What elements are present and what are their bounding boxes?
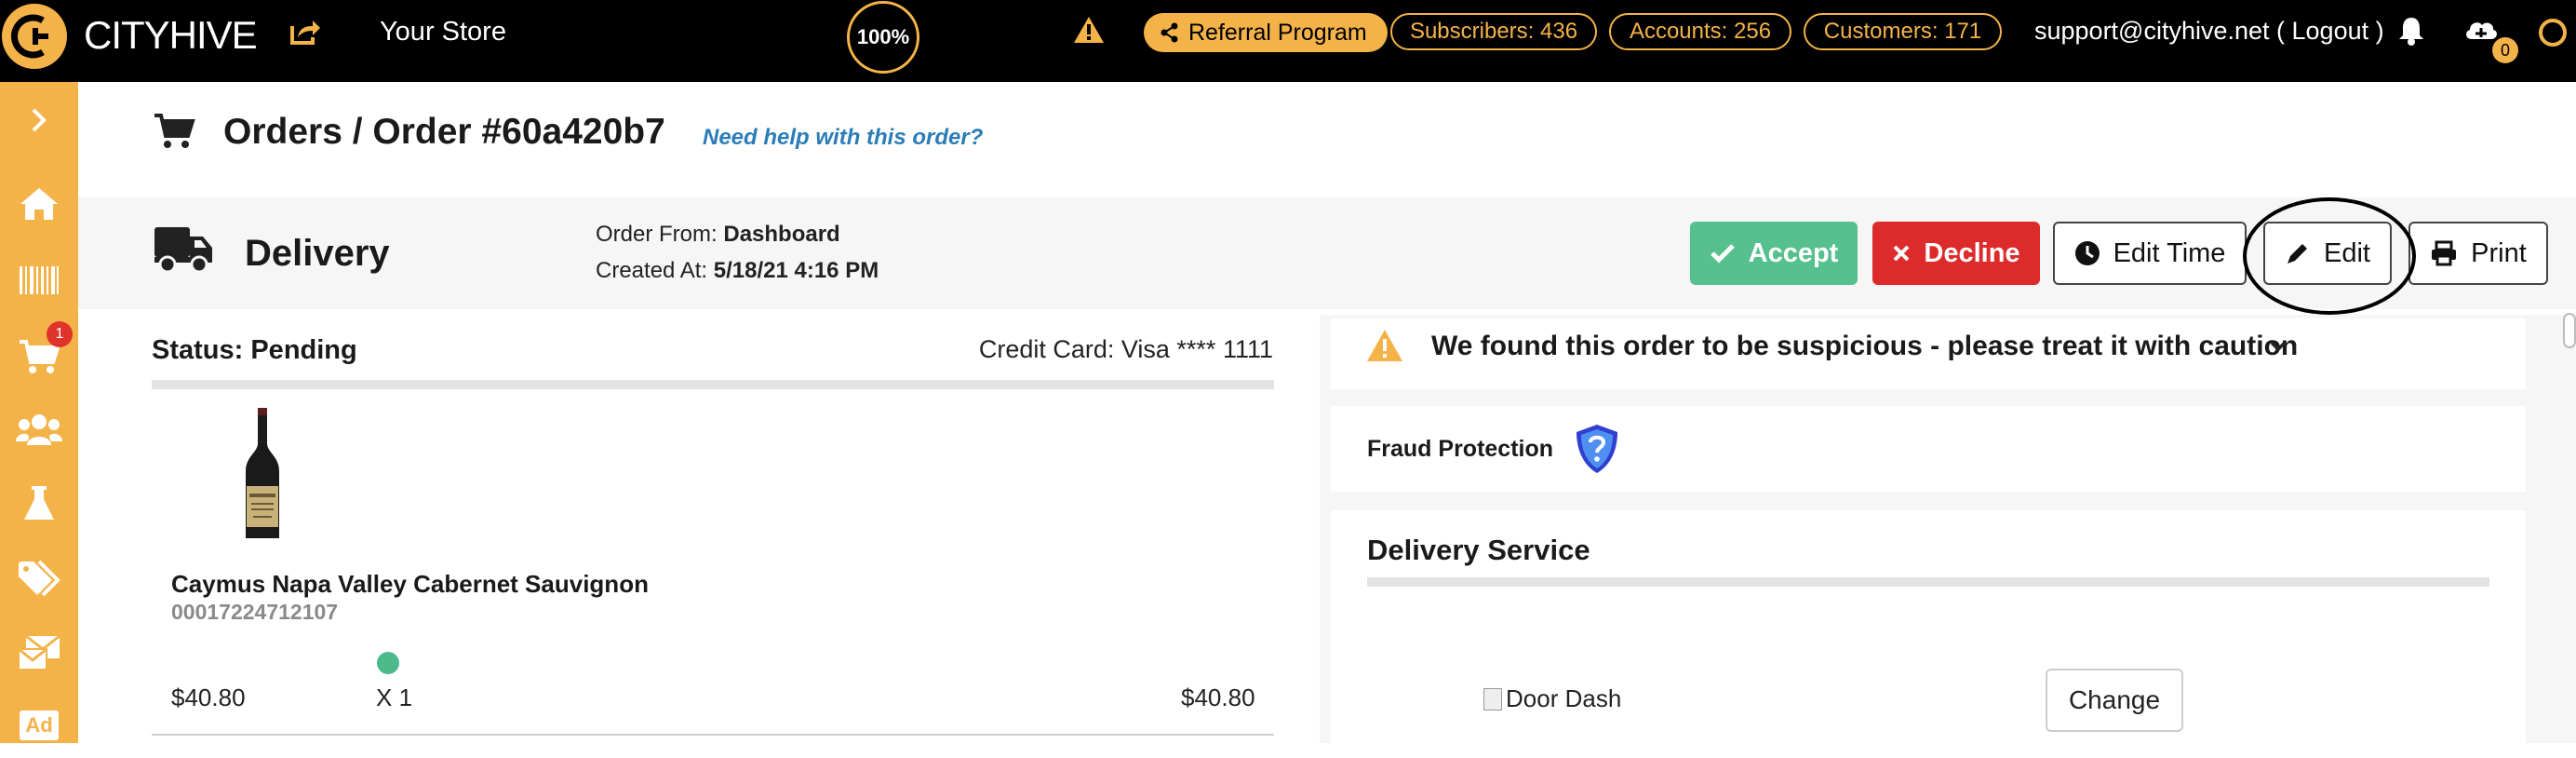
sidebar: 1 Ad xyxy=(0,82,78,743)
flask-icon xyxy=(24,486,54,520)
clock-icon xyxy=(2074,241,2100,265)
product-name[interactable]: Caymus Napa Valley Cabernet Sauvignon xyxy=(171,570,649,599)
created-at-label: Created At: xyxy=(596,258,708,283)
share-icon[interactable] xyxy=(288,17,322,51)
customers-pill[interactable]: Customers: 171 xyxy=(1804,13,2002,50)
chevron-right-icon xyxy=(32,108,47,132)
printer-icon xyxy=(2432,240,2457,266)
accept-label: Accept xyxy=(1748,237,1839,268)
change-delivery-button[interactable]: Change xyxy=(2046,669,2183,732)
cart-icon xyxy=(153,112,197,156)
created-at: Created At: 5/18/21 4:16 PM xyxy=(596,258,879,284)
delivery-title: Delivery xyxy=(245,233,390,274)
shield-question-icon[interactable] xyxy=(1573,423,1621,480)
chevron-down-icon[interactable] xyxy=(2269,340,2288,358)
delivery-service-title: Delivery Service xyxy=(1367,534,1590,566)
edit-time-button[interactable]: Edit Time xyxy=(2053,222,2247,285)
barcode-icon xyxy=(20,266,59,294)
store-name[interactable]: Your Store xyxy=(380,17,506,47)
warning-icon xyxy=(1365,328,1404,368)
item-row-divider xyxy=(152,734,1274,736)
broken-image-icon xyxy=(1483,687,1502,711)
sidebar-item-ads[interactable]: Ad xyxy=(0,693,78,758)
accept-button[interactable]: Accept xyxy=(1690,222,1858,285)
print-button[interactable]: Print xyxy=(2408,222,2548,285)
ad-icon: Ad xyxy=(20,711,59,740)
home-icon xyxy=(20,188,58,220)
decline-button[interactable]: Decline xyxy=(1872,222,2040,285)
order-from-label: Order From: xyxy=(596,222,718,247)
sidebar-item-labs[interactable] xyxy=(0,471,78,536)
cityhive-logo-icon[interactable] xyxy=(2,4,67,69)
truck-icon xyxy=(153,223,214,278)
users-icon xyxy=(16,414,62,445)
pencil-icon xyxy=(2288,244,2307,264)
cloud-badge: 0 xyxy=(2492,37,2518,63)
breadcrumb: Orders / Order #60a420b7 xyxy=(223,112,665,152)
quantity: X 1 xyxy=(376,684,413,711)
product-sku: 00017224712107 xyxy=(171,600,339,624)
referral-label: Referral Program xyxy=(1188,19,1367,46)
subscribers-pill[interactable]: Subscribers: 436 xyxy=(1390,13,1597,50)
completion-percent: 100% xyxy=(847,1,919,74)
credit-card-info: Credit Card: Visa **** 1111 xyxy=(978,335,1273,363)
warning-icon[interactable] xyxy=(1072,15,1106,49)
decline-label: Decline xyxy=(1924,237,2020,268)
share-nodes-icon xyxy=(1161,22,1178,43)
scrollbar-thumb[interactable] xyxy=(2563,313,2576,348)
order-items-panel xyxy=(116,315,1311,743)
created-at-value: 5/18/21 4:16 PM xyxy=(713,258,879,283)
door-dash-logo: Door Dash xyxy=(1483,684,1621,713)
product-image[interactable] xyxy=(240,406,285,548)
bell-icon[interactable] xyxy=(2397,15,2425,51)
sidebar-item-marketing[interactable] xyxy=(0,620,78,685)
edit-label: Edit xyxy=(2324,237,2370,268)
accounts-pill[interactable]: Accounts: 256 xyxy=(1609,13,1791,50)
sidebar-item-promotions[interactable] xyxy=(0,546,78,611)
sidebar-item-customers[interactable] xyxy=(0,397,78,462)
suspicious-warning-text[interactable]: We found this order to be suspicious - p… xyxy=(1431,331,2298,362)
referral-program-button[interactable]: Referral Program xyxy=(1144,13,1388,52)
order-status: Status: Pending xyxy=(152,335,357,365)
edit-time-label: Edit Time xyxy=(2113,237,2226,268)
mail-stack-icon xyxy=(18,634,60,670)
top-navigation-bar: CITYHIVE Your Store 100% Referral Progra… xyxy=(0,0,2576,82)
availability-indicator xyxy=(377,652,399,674)
help-link[interactable]: Need help with this order? xyxy=(703,125,983,151)
order-from: Order From: Dashboard xyxy=(596,222,840,248)
order-from-value: Dashboard xyxy=(723,222,840,247)
delivery-service-divider xyxy=(1367,577,2489,587)
sidebar-item-home[interactable] xyxy=(0,171,78,237)
tags-icon xyxy=(19,560,60,597)
print-label: Print xyxy=(2471,237,2527,268)
check-icon xyxy=(1710,244,1735,264)
brand-name: CITYHIVE xyxy=(84,13,258,57)
sidebar-expand[interactable] xyxy=(0,88,78,153)
edit-button[interactable]: Edit xyxy=(2263,222,2392,285)
door-dash-alt-text: Door Dash xyxy=(1506,684,1622,712)
orders-badge: 1 xyxy=(47,321,73,347)
user-status-icon[interactable] xyxy=(2539,19,2567,47)
status-divider xyxy=(152,380,1274,389)
fraud-protection-label: Fraud Protection xyxy=(1367,436,1554,462)
line-total: $40.80 xyxy=(1181,684,1255,711)
close-icon xyxy=(1893,245,1910,262)
sidebar-item-inventory[interactable] xyxy=(0,248,78,313)
unit-price: $40.80 xyxy=(171,684,246,711)
support-logout-link[interactable]: support@cityhive.net ( Logout ) xyxy=(2034,17,2384,46)
